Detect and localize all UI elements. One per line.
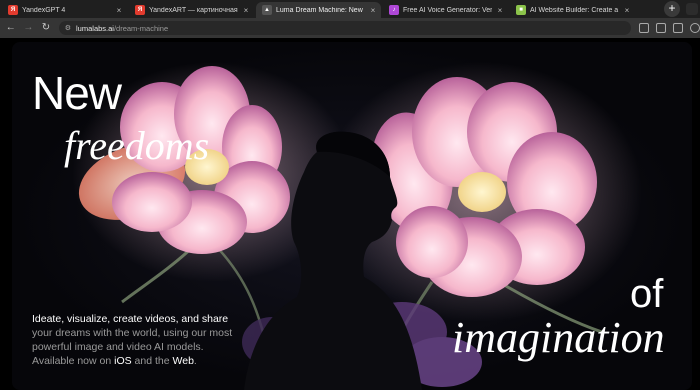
translate-icon[interactable] — [656, 23, 667, 33]
address-bar[interactable]: ⚙ lumalabs.ai/dream-machine — [58, 21, 632, 35]
description-availability: Available now on iOS and the Web. — [32, 354, 262, 368]
headline-freedoms: freedoms — [64, 123, 210, 168]
headline-new: New — [32, 67, 122, 119]
tab-website-builder[interactable]: ■ AI Website Builder: Create a Web × — [510, 2, 635, 18]
tab-luma[interactable]: ▲ Luma Dream Machine: New Free × — [256, 2, 381, 18]
close-icon[interactable]: × — [242, 6, 250, 15]
browser-toolbar: ← → ↻ ⚙ lumalabs.ai/dream-machine — [0, 18, 700, 38]
tab-yandexgpt[interactable]: Я YandexGPT 4 × — [2, 2, 127, 18]
extensions-icon[interactable] — [673, 23, 684, 33]
hero-banner: New freedoms of imagination Ideate, visu… — [12, 42, 692, 390]
screenshot-icon[interactable] — [639, 23, 650, 33]
tab-voice-generator[interactable]: ♪ Free AI Voice Generator: Versatile × — [383, 2, 508, 18]
availability-and: and the — [131, 355, 173, 367]
hero-description: Ideate, visualize, create videos, and sh… — [32, 312, 262, 368]
url-host: lumalabs.ai — [76, 23, 114, 33]
close-icon[interactable]: × — [115, 6, 123, 15]
window-menu-button[interactable] — [686, 3, 698, 15]
luma-icon: ▲ — [262, 5, 272, 15]
voice-icon: ♪ — [389, 5, 399, 15]
availability-text: Available now on — [32, 355, 115, 367]
description-line: powerful image and video AI models. — [32, 341, 204, 353]
bookmark-star-icon[interactable] — [690, 23, 700, 33]
tab-title: YandexGPT 4 — [22, 6, 66, 14]
headline-of: of — [630, 272, 664, 316]
tab-title: Free AI Voice Generator: Versatile — [403, 6, 492, 14]
web-link[interactable]: Web — [173, 355, 194, 367]
yandex-icon: Я — [8, 5, 18, 15]
tab-yandexart[interactable]: Я YandexART — картиночная нейр × — [129, 2, 254, 18]
back-arrow-icon[interactable]: ← — [4, 21, 18, 35]
tab-title: AI Website Builder: Create a Web — [530, 6, 619, 14]
yandex-icon: Я — [135, 5, 145, 15]
builder-icon: ■ — [516, 5, 526, 15]
reload-icon[interactable]: ↻ — [39, 21, 53, 35]
site-info-icon[interactable]: ⚙ — [65, 24, 71, 32]
close-icon[interactable]: × — [623, 6, 631, 15]
tab-strip: Я YandexGPT 4 × Я YandexART — картиночна… — [0, 0, 700, 18]
tab-title: Luma Dream Machine: New Free — [276, 6, 365, 14]
description-lead: Ideate, visualize, create videos, and sh… — [32, 313, 229, 325]
close-icon[interactable]: × — [496, 6, 504, 15]
forward-arrow-icon[interactable]: → — [22, 21, 36, 35]
description-line: your dreams with the world, using our mo… — [32, 327, 233, 339]
tab-title: YandexART — картиночная нейр — [149, 6, 238, 14]
url-path: /dream-machine — [113, 23, 169, 33]
headline-imagination: imagination — [452, 313, 665, 362]
ios-link[interactable]: iOS — [114, 355, 132, 367]
page-viewport: New freedoms of imagination Ideate, visu… — [0, 38, 700, 390]
new-tab-button[interactable]: + — [664, 1, 680, 17]
availability-period: . — [193, 355, 197, 367]
close-icon[interactable]: × — [369, 6, 377, 15]
